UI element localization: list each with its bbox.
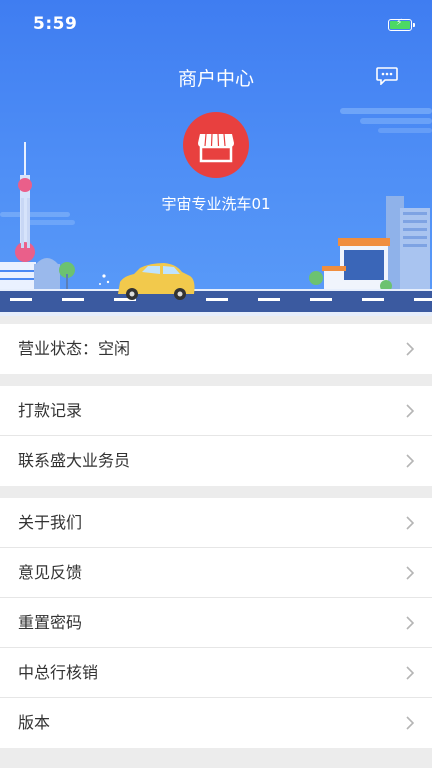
status-bar-time: 5:59 [33, 14, 78, 34]
menu-item-feedback[interactable]: 意见反馈 [0, 548, 432, 598]
chat-bubble-icon[interactable] [376, 67, 398, 85]
menu-item-contact-agent[interactable]: 联系盛大业务员 [0, 436, 432, 486]
menu-item-label: 打款记录 [18, 401, 83, 420]
chevron-right-icon [406, 454, 414, 468]
menu-item-payment-records[interactable]: 打款记录 [0, 386, 432, 436]
menu-group-status: 营业状态：空闲 [0, 324, 432, 374]
page-title: 商户中心 [177, 68, 254, 90]
menu-item-about-us[interactable]: 关于我们 [0, 498, 432, 548]
chevron-right-icon [406, 666, 414, 680]
menu-item-label: 关于我们 [18, 513, 83, 532]
chevron-right-icon [406, 566, 414, 580]
menu-item-label: 联系盛大业务员 [18, 451, 131, 470]
menu-item-version[interactable]: 版本 [0, 698, 432, 748]
menu-item-label: 意见反馈 [18, 563, 83, 582]
menu-item-reset-password[interactable]: 重置密码 [0, 598, 432, 648]
menu-item-verification[interactable]: 中总行核销 [0, 648, 432, 698]
chevron-right-icon [406, 404, 414, 418]
chevron-right-icon [406, 342, 414, 356]
menu-item-label: 版本 [18, 713, 51, 732]
storefront-icon [198, 133, 234, 163]
menu-item-business-status[interactable]: 营业状态：空闲 [0, 324, 432, 374]
menu-group-settings: 关于我们 意见反馈 重置密码 中总行核销 版本 [0, 498, 432, 748]
chevron-right-icon [406, 716, 414, 730]
header-banner: 5:59 ⚡ 商户中心 宇宙专业洗车01 [0, 0, 432, 316]
chevron-right-icon [406, 616, 414, 630]
menu-group-finance: 打款记录 联系盛大业务员 [0, 386, 432, 486]
menu-item-label: 重置密码 [18, 613, 83, 632]
shop-avatar [183, 112, 249, 178]
menu-item-label: 中总行核销 [18, 663, 99, 682]
menu-item-label: 营业状态：空闲 [18, 339, 131, 358]
shop-name: 宇宙专业洗车01 [161, 195, 271, 213]
battery-charging-icon: ⚡ [388, 18, 415, 31]
chevron-right-icon [406, 516, 414, 530]
